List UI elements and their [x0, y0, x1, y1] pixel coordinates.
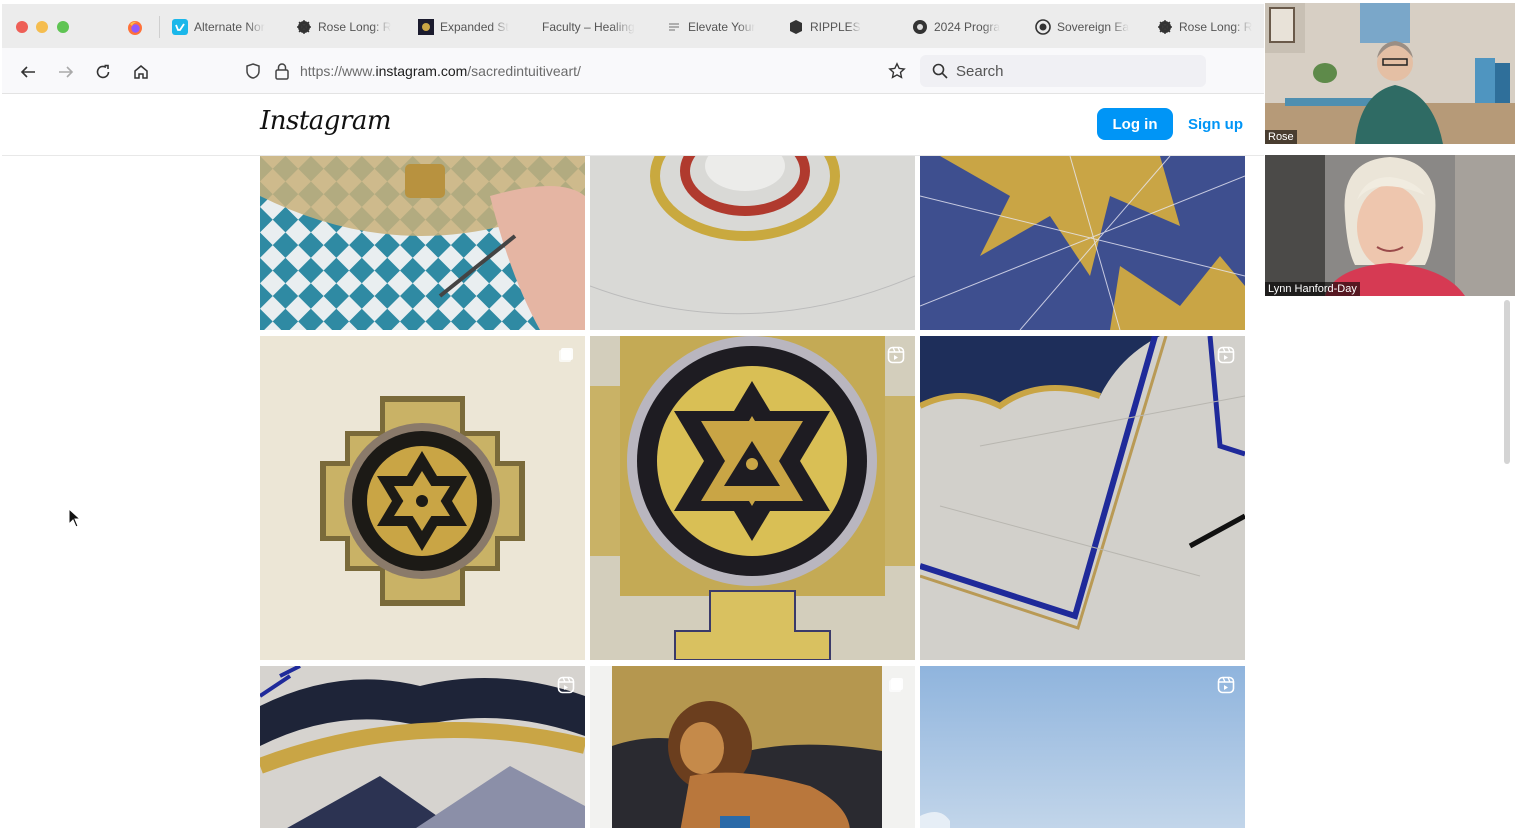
lock-icon[interactable] [274, 62, 290, 80]
tab-label: Rose Long: R [1179, 20, 1253, 34]
bookmark-star-icon[interactable] [888, 62, 906, 80]
post-tile[interactable] [260, 666, 585, 828]
post-tile[interactable] [590, 156, 915, 330]
screen: Alternate Nor Rose Long: R Expanded St F… [0, 0, 1516, 828]
post-image-sri-yantra-square [260, 336, 585, 660]
participant-name: Lynn Hanford-Day [1265, 282, 1360, 296]
arrow-left-icon [20, 66, 35, 78]
mandala-icon [1157, 19, 1173, 35]
video-tile-rose[interactable]: Rose [1265, 3, 1515, 144]
reel-icon [1217, 676, 1235, 694]
tab-label: RIPPLES [810, 20, 861, 34]
ripples-icon [788, 19, 804, 35]
url-domain: instagram.com [375, 63, 468, 79]
back-button[interactable] [17, 61, 39, 83]
participant-name: Rose [1265, 130, 1297, 144]
forward-button[interactable] [55, 61, 77, 83]
post-image-lion-painting [590, 666, 915, 828]
post-image-black-arcs [260, 666, 585, 828]
url-bar[interactable]: https://www.instagram.com/sacredintuitiv… [234, 55, 914, 87]
video-tile-lynn[interactable]: Lynn Hanford-Day [1265, 155, 1515, 296]
program-icon [912, 19, 928, 35]
tab-bar: Alternate Nor Rose Long: R Expanded St F… [2, 4, 1264, 48]
tab-3[interactable]: Expanded St [418, 17, 520, 37]
browser-window: Alternate Nor Rose Long: R Expanded St F… [2, 4, 1264, 828]
instagram-header: Instagram Log in Sign up [2, 94, 1264, 156]
vimeo-icon [172, 19, 188, 35]
carousel-icon [559, 348, 573, 362]
post-image-blue-lines [920, 336, 1245, 660]
mandala-icon [296, 19, 312, 35]
post-tile[interactable] [920, 156, 1245, 330]
tab-8[interactable]: Sovereign Ea [1035, 17, 1135, 37]
post-tile[interactable] [590, 336, 915, 660]
tab-1[interactable]: Alternate Nor [172, 17, 272, 37]
reload-button[interactable] [92, 61, 114, 83]
post-tile[interactable] [920, 666, 1245, 828]
post-image-blue-diamonds [260, 156, 585, 330]
instagram-logo[interactable]: Instagram [260, 106, 392, 136]
tab-label: 2024 Progra [934, 20, 1001, 34]
url-prefix: https://www. [300, 63, 376, 79]
home-button[interactable] [130, 61, 152, 83]
scrollbar-thumb[interactable] [1504, 300, 1510, 464]
tab-7[interactable]: 2024 Progra [912, 17, 1012, 37]
tab-2[interactable]: Rose Long: R [296, 17, 396, 37]
search-icon [932, 63, 948, 79]
expanded-icon [418, 19, 434, 35]
tab-label: Alternate Nor [194, 20, 265, 34]
post-image-sky [920, 666, 1245, 828]
post-tile[interactable] [590, 666, 915, 828]
minimize-window-button[interactable] [36, 21, 48, 33]
participant-video-rose [1265, 3, 1515, 144]
reload-icon [96, 64, 110, 79]
tab-4[interactable]: Faculty – Healing [542, 17, 642, 37]
tracking-shield-icon[interactable] [244, 62, 262, 80]
participant-video-lynn [1265, 155, 1515, 296]
tab-label: Sovereign Ea [1057, 20, 1130, 34]
post-image-blue-gold-stars [920, 156, 1245, 330]
firefox-view-icon[interactable] [127, 20, 143, 36]
post-tile[interactable] [260, 156, 585, 330]
post-image-sri-yantra-closeup [590, 336, 915, 660]
tab-separator [159, 16, 160, 38]
url-text[interactable]: https://www.instagram.com/sacredintuitiv… [300, 63, 581, 79]
home-icon [134, 65, 148, 79]
close-window-button[interactable] [16, 21, 28, 33]
url-path: /sacredintuitiveart/ [467, 63, 581, 79]
reel-icon [557, 676, 575, 694]
navigation-toolbar: https://www.instagram.com/sacredintuitiv… [2, 48, 1264, 94]
search-bar[interactable]: Search [920, 55, 1206, 87]
tab-label: Faculty – Healing [542, 20, 635, 34]
tab-5[interactable]: Elevate Your [666, 17, 766, 37]
tab-label: Expanded St [440, 20, 509, 34]
login-button[interactable]: Log in [1097, 108, 1173, 140]
reel-icon [887, 346, 905, 364]
tab-6[interactable]: RIPPLES [788, 17, 888, 37]
tab-9[interactable]: Rose Long: R [1157, 17, 1263, 37]
tab-label: Rose Long: R [318, 20, 392, 34]
maximize-window-button[interactable] [57, 21, 69, 33]
search-label: Search [956, 63, 1004, 80]
post-tile[interactable] [920, 336, 1245, 660]
arrow-right-icon [59, 66, 74, 78]
reel-icon [1217, 346, 1235, 364]
page-icon [666, 19, 682, 35]
signup-link[interactable]: Sign up [1188, 108, 1243, 140]
post-image-gold-circle [590, 156, 915, 330]
carousel-icon [889, 678, 903, 692]
mouse-cursor-icon [68, 508, 82, 528]
post-tile[interactable] [260, 336, 585, 660]
globe-icon [1035, 19, 1051, 35]
tab-label: Elevate Your [688, 20, 756, 34]
